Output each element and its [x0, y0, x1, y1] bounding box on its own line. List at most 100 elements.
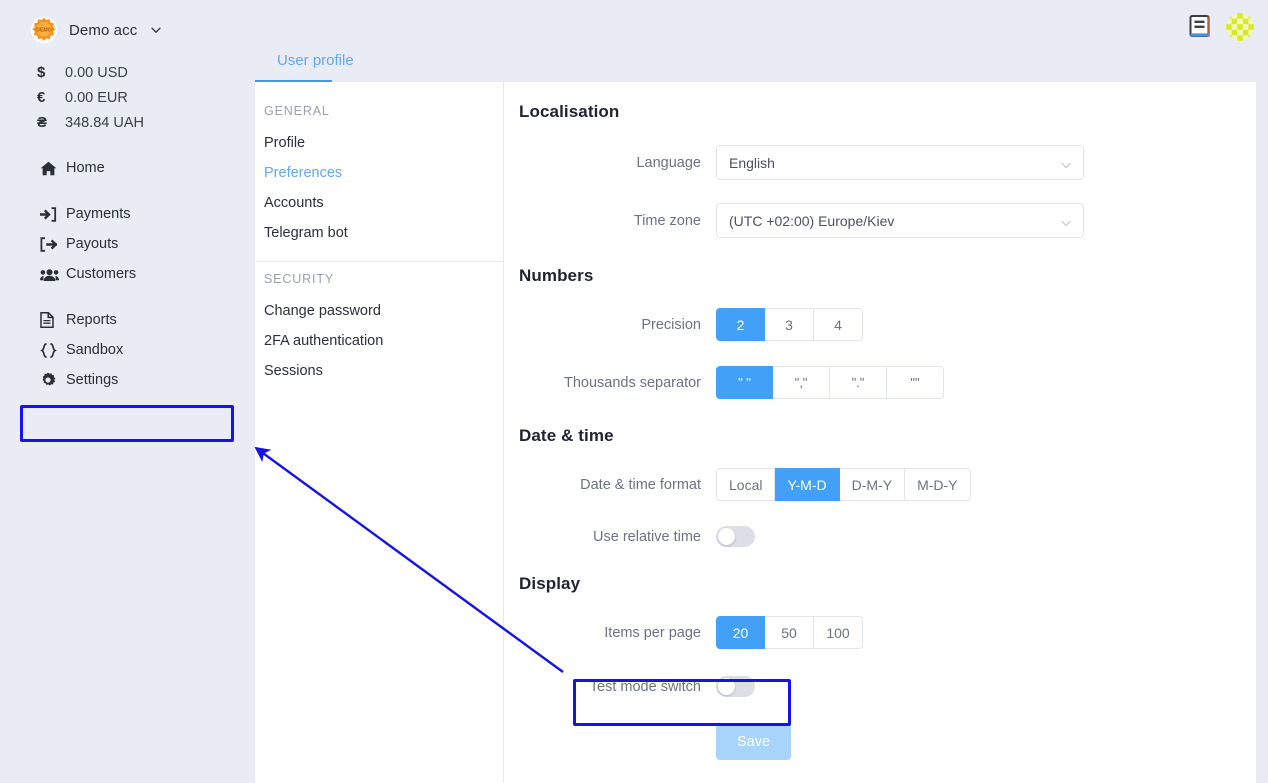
section-title-numbers: Numbers: [519, 266, 594, 285]
balance-row-eur: € 0.00 EUR: [0, 85, 255, 110]
field-items-per-page: Items per page 20 50 100: [519, 616, 1256, 649]
precision-option-0[interactable]: 2: [716, 308, 765, 341]
submenu-item-preferences[interactable]: Preferences: [255, 158, 503, 188]
sidebar-nav: Home Payments Payouts Customers Reports …: [0, 153, 255, 395]
hryvnia-sign-icon: ₴: [37, 114, 48, 131]
sidebar-item-label: Payouts: [66, 236, 119, 252]
field-label-datetime-format: Date & time format: [580, 476, 701, 493]
sidebar-item-settings[interactable]: Settings: [0, 365, 255, 395]
sidebar-item-label: Customers: [66, 266, 137, 282]
language-select-value: English: [729, 154, 775, 171]
thousands-separator-segmented-control: " " "," "." "": [716, 366, 944, 399]
balance-value-usd: 0.00 USD: [65, 64, 128, 81]
sidebar-item-sandbox[interactable]: Sandbox: [0, 335, 255, 365]
submenu-item-2fa-authentication[interactable]: 2FA authentication: [255, 326, 503, 356]
document-icon: [40, 312, 66, 328]
sidebar-item-label: Home: [66, 160, 105, 176]
chevron-down-icon: [1060, 158, 1072, 170]
nav-group-main: Home: [0, 153, 255, 183]
items-per-page-option-0[interactable]: 20: [716, 616, 765, 649]
sidebar-item-label: Settings: [66, 372, 119, 388]
datetime-format-option-3[interactable]: M-D-Y: [905, 468, 971, 501]
balances-list: $ 0.00 USD € 0.00 EUR ₴ 348.84 UAH: [0, 60, 255, 135]
balance-value-uah: 348.84 UAH: [65, 114, 144, 131]
chevron-down-icon[interactable]: [150, 24, 162, 36]
field-label-relative-time: Use relative time: [593, 528, 701, 545]
items-per-page-option-1[interactable]: 50: [765, 616, 814, 649]
field-datetime-format: Date & time format Local Y-M-D D-M-Y M-D…: [519, 468, 1256, 501]
sidebar-item-customers[interactable]: Customers: [0, 259, 255, 289]
field-thousands-separator: Thousands separator " " "," "." "": [519, 366, 1256, 399]
sign-out-arrow-icon: [40, 236, 66, 252]
balance-row-uah: ₴ 348.84 UAH: [0, 110, 255, 135]
thousands-separator-option-2[interactable]: ".": [830, 366, 887, 399]
app-root: DEMO Demo acc $ 0.00 USD € 0.00 EUR ₴ 34…: [0, 0, 1268, 783]
account-switcher[interactable]: DEMO Demo acc: [0, 0, 255, 44]
datetime-format-option-0[interactable]: Local: [716, 468, 776, 501]
account-name: Demo acc: [69, 21, 138, 39]
topbar-actions: [1188, 13, 1254, 41]
precision-option-1[interactable]: 3: [765, 308, 814, 341]
dollar-sign-icon: $: [37, 64, 46, 81]
field-test-mode: Test mode switch: [519, 676, 1256, 697]
section-title-localisation: Localisation: [519, 102, 620, 121]
submenu-divider: [255, 261, 503, 262]
field-label-test-mode: Test mode switch: [589, 678, 701, 695]
section-title-datetime: Date & time: [519, 426, 614, 445]
settings-submenu: GENERAL Profile Preferences Accounts Tel…: [255, 82, 504, 783]
profile-card: GENERAL Profile Preferences Accounts Tel…: [255, 82, 1256, 783]
submenu-item-profile[interactable]: Profile: [255, 128, 503, 158]
save-button[interactable]: Save: [716, 724, 791, 760]
field-language: Language English: [519, 145, 1256, 180]
datetime-format-option-1[interactable]: Y-M-D: [775, 468, 840, 501]
euro-sign-icon: €: [37, 89, 46, 106]
datetime-format-segmented-control: Local Y-M-D D-M-Y M-D-Y: [716, 468, 971, 501]
submenu-heading-general: GENERAL: [264, 104, 330, 118]
sidebar-item-label: Payments: [66, 206, 131, 222]
tab-bar: User profile: [255, 0, 1268, 88]
datetime-format-option-2[interactable]: D-M-Y: [839, 468, 906, 501]
timezone-select-value: (UTC +02:00) Europe/Kiev: [729, 212, 895, 229]
items-per-page-segmented-control: 20 50 100: [716, 616, 863, 649]
sidebar-item-payouts[interactable]: Payouts: [0, 229, 255, 259]
nav-group-tools: Reports Sandbox Settings: [0, 305, 255, 395]
submenu-item-telegram-bot[interactable]: Telegram bot: [255, 218, 503, 248]
thousands-separator-option-0[interactable]: " ": [716, 366, 773, 399]
nav-group-transactions: Payments Payouts Customers: [0, 199, 255, 289]
book-icon[interactable]: [1188, 14, 1212, 40]
avatar-identicon[interactable]: [1226, 13, 1254, 41]
sidebar-item-reports[interactable]: Reports: [0, 305, 255, 335]
field-label-items-per-page: Items per page: [604, 624, 701, 641]
field-timezone: Time zone (UTC +02:00) Europe/Kiev: [519, 203, 1256, 238]
users-icon: [40, 267, 66, 282]
field-label-language: Language: [636, 154, 701, 171]
sidebar-item-payments[interactable]: Payments: [0, 199, 255, 229]
submenu-item-accounts[interactable]: Accounts: [255, 188, 503, 218]
tab-user-profile[interactable]: User profile: [255, 52, 376, 79]
field-label-timezone: Time zone: [633, 212, 701, 229]
thousands-separator-option-3[interactable]: "": [887, 366, 944, 399]
use-relative-time-toggle[interactable]: [716, 526, 755, 547]
left-sidebar: DEMO Demo acc $ 0.00 USD € 0.00 EUR ₴ 34…: [0, 0, 255, 783]
timezone-select[interactable]: (UTC +02:00) Europe/Kiev: [716, 203, 1084, 238]
toggle-knob: [718, 528, 735, 545]
gear-icon: [40, 372, 66, 388]
submenu-heading-security: SECURITY: [264, 272, 335, 286]
precision-option-2[interactable]: 4: [814, 308, 863, 341]
items-per-page-option-2[interactable]: 100: [814, 616, 863, 649]
balance-row-usd: $ 0.00 USD: [0, 60, 255, 85]
submenu-item-sessions[interactable]: Sessions: [255, 356, 503, 386]
sidebar-item-label: Sandbox: [66, 342, 124, 358]
home-icon: [40, 161, 66, 176]
field-label-thousands-separator: Thousands separator: [563, 374, 701, 391]
sidebar-item-home[interactable]: Home: [0, 153, 255, 183]
field-label-precision: Precision: [641, 316, 701, 333]
precision-segmented-control: 2 3 4: [716, 308, 863, 341]
submenu-item-change-password[interactable]: Change password: [255, 296, 503, 326]
balance-value-eur: 0.00 EUR: [65, 89, 128, 106]
section-title-display: Display: [519, 574, 581, 593]
thousands-separator-option-1[interactable]: ",": [773, 366, 830, 399]
test-mode-switch-toggle[interactable]: [716, 676, 755, 697]
language-select[interactable]: English: [716, 145, 1084, 180]
sign-in-arrow-icon: [40, 206, 66, 222]
